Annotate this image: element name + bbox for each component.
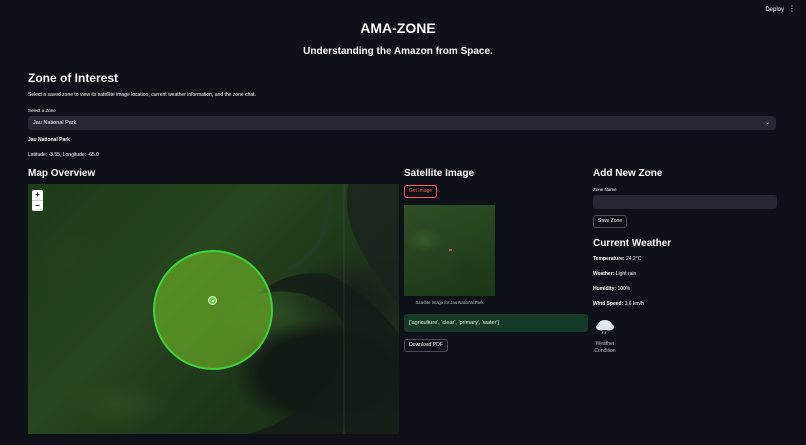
zoom-in-button[interactable]: + [32,190,43,200]
satellite-image [404,205,495,296]
zone-name-label: Zone Name [593,187,617,192]
app-subtitle: Understanding the Amazon from Space. [0,46,796,57]
select-zone-label: Select a Zone [28,108,56,113]
weather-icon-caption-1: Weather [590,341,620,347]
download-pdf-button[interactable]: Download PDF [404,339,448,352]
zone-name-display: Jau National Park [28,137,70,143]
satellite-caption: Satellite Image for Jau National Park [404,300,495,305]
satellite-image-heading: Satellite Image [404,168,474,179]
zoom-control: + − [32,190,43,211]
satellite-feature [449,249,452,251]
map-marker-center [212,300,214,302]
chevron-down-icon: ⌄ [765,116,770,130]
zone-name-input[interactable] [593,195,777,209]
zone-select-value: Jau National Park [33,120,76,126]
rain-cloud-icon [595,318,615,336]
zone-radius-circle[interactable] [153,250,273,370]
map-overview-heading: Map Overview [28,168,95,179]
weather-icon-caption-2: Condition [590,348,620,354]
image-tags: ['agriculture', 'clear', 'primary', 'wat… [404,314,588,332]
zone-select[interactable]: Jau National Park ⌄ [28,116,776,130]
zone-coordinates: Latitude: -3.55, Longitude: -65.0 [28,152,99,158]
top-bar: Deploy ⋮ [0,0,806,22]
save-zone-button[interactable]: Save Zone [593,215,627,228]
zone-of-interest-heading: Zone of Interest [28,71,118,85]
current-weather-heading: Current Weather [593,238,671,249]
get-image-button[interactable]: Get Image [404,185,437,198]
map-view[interactable]: + − [28,184,399,434]
map-marker-icon[interactable] [208,296,217,305]
weather-row: Weather: Light rain [593,271,636,277]
add-zone-heading: Add New Zone [593,168,662,179]
zoom-out-button[interactable]: − [32,201,43,211]
temperature-row: Temperature: 24.2°C [593,256,641,262]
wind-speed-row: Wind Speed: 3.6 km/h [593,301,644,307]
zone-description: Select a saved zone to view its satellit… [28,92,256,98]
app-title: AMA-ZONE [0,20,796,36]
humidity-row: Humidity: 100% [593,286,630,292]
kebab-icon[interactable]: ⋮ [788,5,796,13]
deploy-button[interactable]: Deploy [765,7,784,13]
